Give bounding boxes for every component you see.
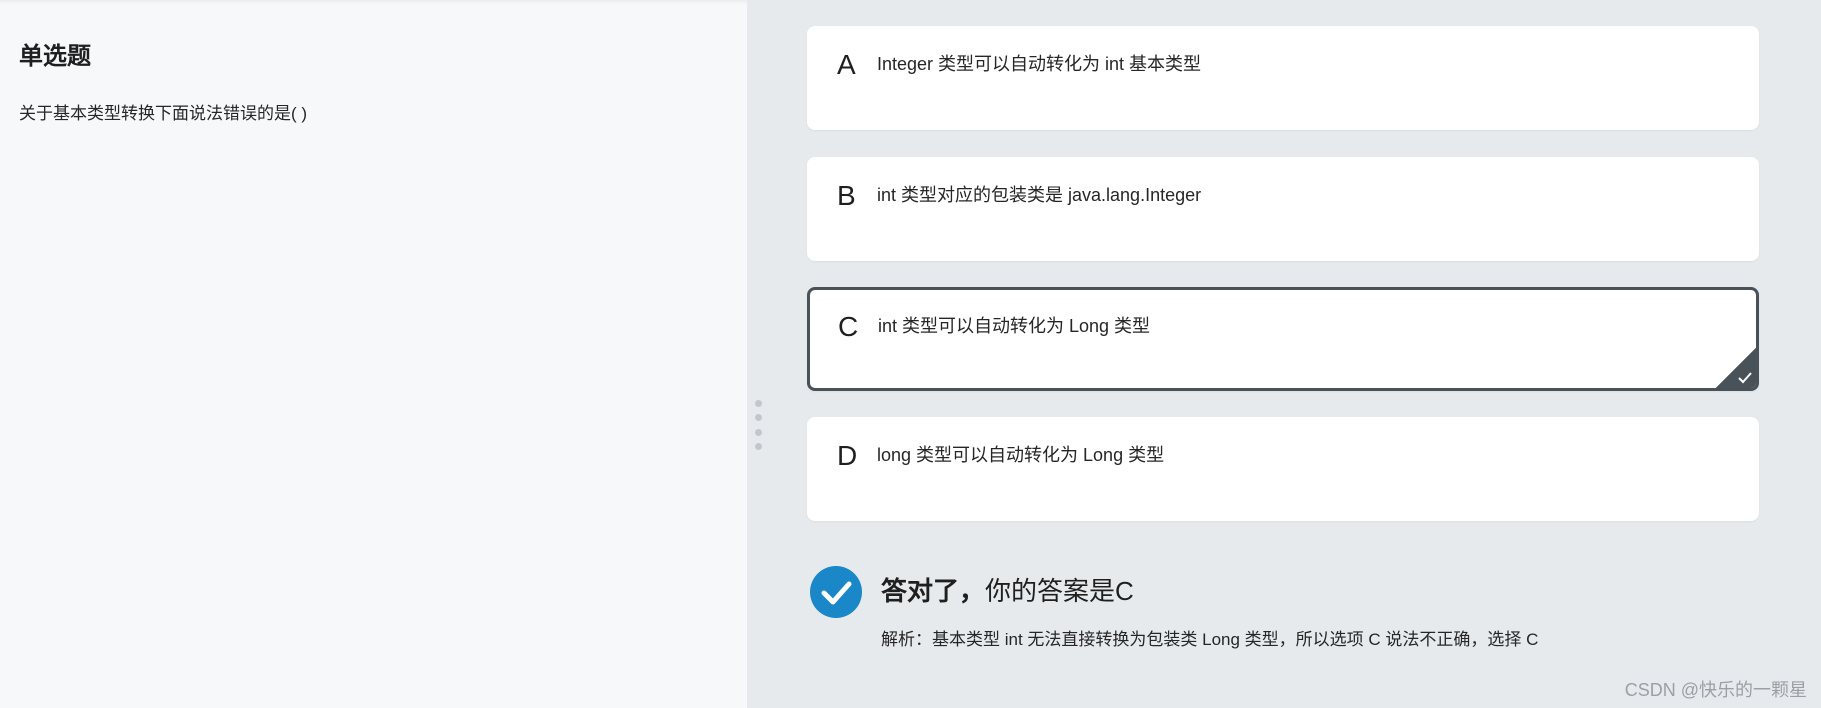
drag-dot-icon [754, 414, 762, 422]
quiz-page: 单选题 关于基本类型转换下面说法错误的是( ) A Integer 类型可以自动… [0, 0, 1821, 708]
option-b[interactable]: B int 类型对应的包装类是 java.lang.Integer [807, 157, 1759, 261]
analysis-text: 解析：基本类型 int 无法直接转换为包装类 Long 类型，所以选项 C 说法… [881, 630, 1539, 649]
option-text: Integer 类型可以自动转化为 int 基本类型 [877, 54, 1202, 74]
option-d[interactable]: D long 类型可以自动转化为 Long 类型 [807, 417, 1759, 521]
result-title: 答对了，你的答案是C [881, 574, 1134, 608]
question-text: 关于基本类型转换下面说法错误的是( ) [19, 104, 308, 123]
option-letter: C [838, 311, 859, 342]
option-letter: B [837, 180, 856, 211]
result-answer: 你的答案是C [985, 576, 1134, 606]
question-type-title: 单选题 [19, 43, 91, 70]
panel-resize-handle[interactable] [751, 400, 765, 450]
option-letter: D [837, 440, 858, 471]
watermark: CSDN @快乐的一颗星 [1624, 680, 1807, 700]
option-text: long 类型可以自动转化为 Long 类型 [877, 445, 1165, 465]
drag-dot-icon [754, 442, 762, 450]
option-letter: A [837, 49, 856, 80]
selected-check-icon [1716, 348, 1756, 388]
check-circle-icon [810, 566, 862, 618]
option-text: int 类型可以自动转化为 Long 类型 [878, 316, 1151, 336]
drag-dot-icon [754, 400, 762, 407]
drag-dot-icon [754, 428, 762, 436]
option-a[interactable]: A Integer 类型可以自动转化为 int 基本类型 [807, 26, 1759, 130]
option-text: int 类型对应的包装类是 java.lang.Integer [877, 185, 1202, 205]
result-status: 答对了， [881, 576, 986, 606]
question-panel: 单选题 关于基本类型转换下面说法错误的是( ) [0, 0, 747, 708]
option-c[interactable]: C int 类型可以自动转化为 Long 类型 [807, 287, 1759, 391]
